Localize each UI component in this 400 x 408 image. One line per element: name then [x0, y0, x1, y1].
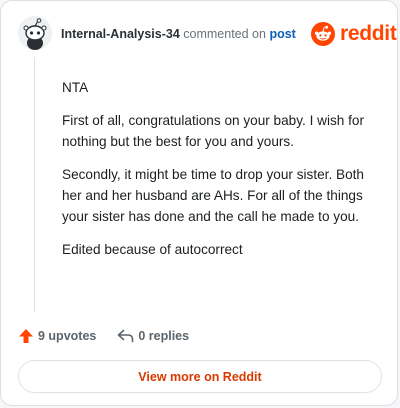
avatar-snoo-icon [18, 16, 52, 50]
post-link[interactable]: post [269, 27, 295, 41]
view-more-on-reddit-button[interactable]: View more on Reddit [18, 360, 382, 393]
comment-actions: 9 upvotes 0 replies [18, 327, 189, 345]
reddit-wordmark: reddit [340, 22, 397, 45]
comment-paragraph: Edited because of autocorrect [62, 242, 243, 257]
upvote-button[interactable]: 9 upvotes [18, 328, 96, 344]
upvote-count: 9 upvotes [38, 329, 97, 343]
upvote-arrow-icon [19, 329, 33, 343]
comment-paragraph: Secondly, it might be time to drop your … [62, 167, 364, 224]
reply-button[interactable]: 0 replies [117, 329, 189, 343]
comment-action-text: commented on [183, 27, 266, 41]
reddit-snoo-icon [311, 22, 335, 46]
thread-line[interactable] [34, 57, 35, 312]
user-avatar[interactable] [18, 16, 52, 50]
comment-embed-card: Internal-Analysis-34 commented on post r… [0, 0, 398, 406]
username-link[interactable]: Internal-Analysis-34 [61, 27, 180, 41]
comment-header: Internal-Analysis-34 commented on post [61, 27, 296, 41]
reply-arrow-icon [118, 329, 134, 343]
reddit-brand-logo[interactable]: reddit [311, 21, 397, 47]
comment-paragraph: First of all, congratulations on your ba… [62, 113, 364, 149]
comment-paragraph: NTA [62, 80, 89, 95]
reply-count: 0 replies [138, 329, 190, 343]
comment-body: NTA First of all, congratulations on you… [62, 77, 378, 272]
